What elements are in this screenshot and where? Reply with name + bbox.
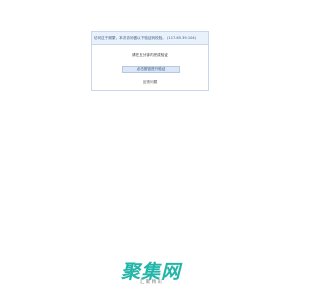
site-logo: 聚集网 汇 聚 精 彩 [118,262,184,286]
notice-prompt: 请在五分钟内完成验证 [132,53,168,57]
verification-notice-box: 访问过于频繁，本次访问做以下验证码校验。 (117.65.39.104) 请在五… [91,31,209,91]
captcha-verify-button[interactable]: 点击按钮进行验证 [122,66,180,73]
notice-header-text: 访问过于频繁，本次访问做以下验证码校验。 (117.65.39.104) [92,32,208,45]
page: 访问过于频繁，本次访问做以下验证码校验。 (117.65.39.104) 请在五… [0,0,300,300]
site-logo-subtext: 汇 聚 精 彩 [139,280,163,285]
feedback-link[interactable]: 反馈问题 [92,80,208,85]
